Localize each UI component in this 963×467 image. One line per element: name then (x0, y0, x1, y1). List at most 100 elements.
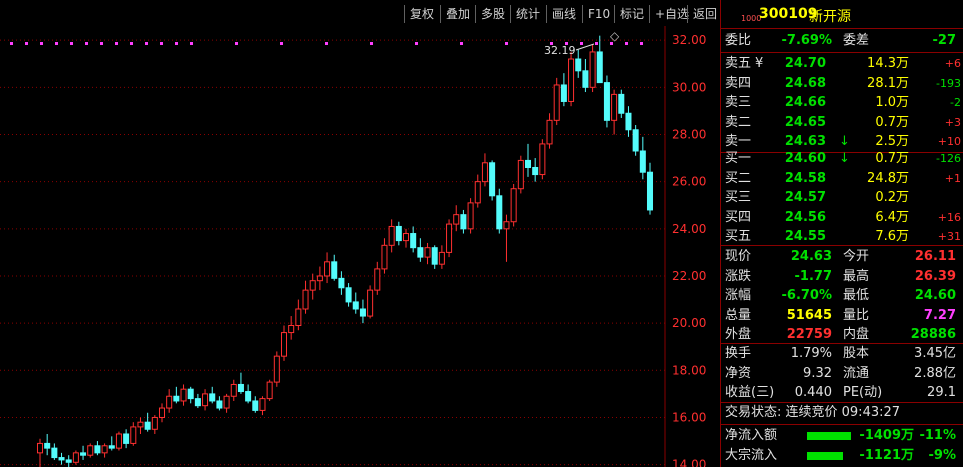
fund-label: PE(动) (843, 385, 883, 400)
candle (72, 450, 79, 465)
candle-body-down (108, 445, 115, 449)
candle-body-up (374, 268, 381, 291)
signal-marker (190, 42, 193, 45)
quote-row: 涨幅 -6.70% 最低 24.60 (721, 286, 963, 306)
candle-body-down (245, 391, 252, 402)
diamond-icon[interactable]: ◇ (610, 29, 620, 43)
statistics-button[interactable]: 统计 (510, 5, 545, 23)
book-level-label: 买二 (725, 170, 752, 186)
candle-body-down (331, 261, 338, 279)
fund-label: 收益(三) (725, 385, 775, 400)
candle (65, 455, 72, 467)
candle (51, 443, 58, 460)
signal-marker (115, 42, 118, 45)
candle-body-up (180, 388, 187, 402)
candle (173, 386, 180, 404)
back-button[interactable]: 返回 (687, 5, 722, 23)
candle-body-down (51, 447, 58, 459)
candle (166, 389, 173, 413)
book-price: 24.55 (784, 229, 826, 244)
book-level-label: 卖三 (725, 95, 752, 110)
quote-label: 涨幅 (725, 288, 752, 303)
candle (402, 228, 410, 248)
overlay-button[interactable]: 叠加 (440, 5, 475, 23)
book-change: +3 (944, 115, 961, 129)
fund-value: 2.88亿 (914, 365, 956, 381)
signal-marker (280, 42, 283, 45)
candle (338, 271, 345, 295)
candle (367, 285, 374, 319)
signal-marker (370, 42, 373, 45)
candle-body-down (596, 51, 603, 84)
candle (80, 445, 87, 460)
candle (589, 44, 596, 93)
ask-row[interactable]: 卖二 24.65 0.7万 +3 (721, 113, 963, 133)
candle-body-down (639, 150, 646, 173)
candle (36, 438, 44, 467)
quote-label: 最高 (843, 268, 870, 284)
candle-body-up (295, 308, 302, 327)
candle (395, 221, 402, 246)
yen-icon: ¥ (755, 56, 764, 71)
candle-body-up (517, 159, 524, 190)
book-level-label: 买五 (725, 229, 752, 244)
candle-body-down (603, 82, 610, 121)
high-annotation-pointer (575, 43, 595, 51)
candle-body-down (410, 233, 417, 249)
candle-body-up (280, 332, 288, 357)
y-tick-label: 24.00 (672, 222, 706, 236)
multi-stock-button[interactable]: 多股 (475, 5, 510, 23)
candle-body-up (453, 214, 460, 225)
quote-label: 量比 (843, 307, 870, 323)
candle-body-up (481, 162, 488, 183)
fund-value: 29.1 (927, 385, 956, 400)
ask-row[interactable]: 卖三 24.66 1.0万 -2 (721, 93, 963, 113)
quote-label: 总量 (725, 307, 752, 323)
book-price: 24.60 (784, 151, 826, 166)
candle-body-up (553, 84, 560, 121)
ask-row[interactable]: 卖四 24.68 28.1万 -193 (721, 74, 963, 94)
book-change: +16 (937, 210, 961, 224)
bid-row[interactable]: 买五 24.55 7.6万 +31 (721, 227, 963, 247)
ask-row[interactable]: 卖五 ¥24.70 14.3万 +6 (721, 54, 963, 74)
mark-button[interactable]: 标记 (614, 5, 649, 23)
bid-row[interactable]: 买三 24.57 0.2万 (721, 188, 963, 208)
fund-value: 1.79% (790, 346, 832, 361)
y-axis-ticks: 32.00 30.00 28.00 26.00 24.00 22.00 20.00 18.00… (672, 33, 706, 467)
candle-body-up (324, 261, 331, 277)
book-change: +1 (944, 171, 961, 185)
candle-body-up (87, 445, 94, 456)
book-volume: 1.0万 (875, 95, 909, 110)
fuquan-button[interactable]: 复权 (404, 5, 439, 23)
signal-marker (145, 42, 148, 45)
f10-button[interactable]: F10 (582, 5, 615, 23)
candle-body-up (510, 188, 517, 223)
candle-body-down (209, 393, 216, 402)
signal-marker (85, 42, 88, 45)
divider (721, 245, 963, 246)
candle (632, 125, 639, 156)
draw-line-button[interactable]: 画线 (546, 5, 581, 23)
candle (108, 436, 115, 451)
book-level-label: 卖二 (725, 114, 752, 130)
candle (618, 89, 625, 118)
candle (331, 254, 338, 281)
bid-row[interactable]: 买四 24.56 6.4万 +16 (721, 208, 963, 228)
candle-body-up (288, 325, 295, 334)
quote-value: 28886 (910, 327, 956, 342)
candle (474, 174, 481, 208)
candle-body-down (123, 433, 130, 444)
bid-row[interactable]: 买一 24.60 ↓ 0.7万 -126 (721, 149, 963, 169)
candle-body-down (58, 457, 65, 461)
candle-body-up (568, 58, 575, 102)
kline-chart[interactable]: 32.00 30.00 28.00 26.00 24.00 22.00 20.00 18.00… (0, 26, 720, 467)
candle (194, 393, 201, 409)
fund-label: 净资 (725, 365, 752, 381)
flow-pct: -9% (928, 448, 956, 463)
bid-row[interactable]: 买二 24.58 24.8万 +1 (721, 169, 963, 189)
stock-name[interactable]: 新开源 (809, 6, 851, 26)
high-price-annotation: 32.19 (544, 44, 576, 57)
divider (721, 424, 963, 425)
book-level-label: 卖四 (725, 75, 752, 91)
candle (532, 158, 539, 182)
